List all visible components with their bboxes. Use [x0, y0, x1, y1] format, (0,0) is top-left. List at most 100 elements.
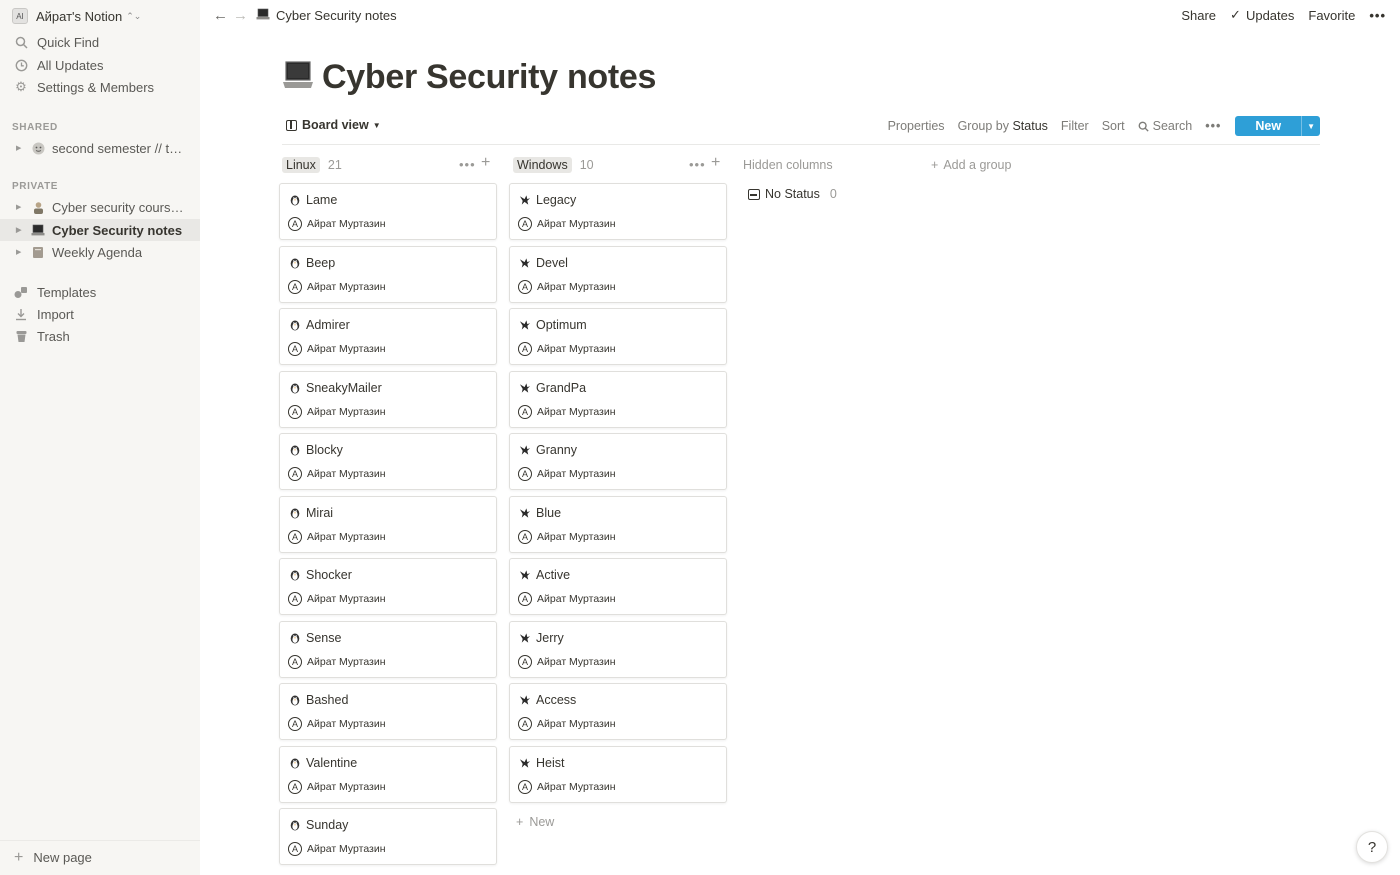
column-more-icon[interactable]: •••: [459, 157, 476, 172]
favorite-button[interactable]: Favorite: [1308, 8, 1355, 23]
card-title: Blue: [536, 505, 562, 520]
bird-icon: [519, 257, 531, 269]
forward-arrow-icon[interactable]: →: [233, 7, 248, 24]
person-avatar: A: [288, 529, 302, 544]
person-avatar: A: [288, 279, 302, 294]
sidebar-page-cyber-security-notes[interactable]: ▶ Cyber Security notes: [0, 219, 200, 241]
filter-button[interactable]: Filter: [1061, 119, 1089, 133]
board-card[interactable]: Access A Айрат Муртазин: [509, 683, 727, 740]
column-header-linux[interactable]: Linux 21: [282, 156, 342, 174]
page-title[interactable]: Cyber Security notes: [322, 58, 656, 97]
board-card[interactable]: Heist A Айрат Муртазин: [509, 745, 727, 803]
card-person: A Айрат Муртазин: [518, 467, 616, 481]
card-person: A Айрат Муртазин: [518, 342, 616, 356]
sidebar-item-all-updates[interactable]: All Updates: [0, 54, 200, 76]
sidebar-page-label: Cyber Security notes: [52, 222, 183, 238]
card-title: Optimum: [536, 318, 587, 332]
sort-button[interactable]: Sort: [1102, 119, 1125, 133]
new-page-button[interactable]: + New page: [0, 840, 200, 874]
linux-penguin-icon: [289, 257, 301, 269]
board-card[interactable]: Active A Айрат Муртазин: [509, 558, 727, 615]
sidebar-item-label: Quick Find: [37, 34, 100, 50]
breadcrumb[interactable]: Cyber Security notes: [256, 8, 397, 23]
column-add-icon[interactable]: +: [711, 154, 721, 172]
board-card[interactable]: Beep A Айрат Муртазин: [279, 245, 497, 303]
person-avatar: A: [288, 779, 302, 794]
card-title-row: Legacy: [519, 193, 576, 207]
no-status-count: 0: [829, 187, 837, 201]
sidebar-item-trash[interactable]: Trash: [0, 325, 200, 347]
board-card[interactable]: Blue A Айрат Муртазин: [509, 495, 727, 553]
board-card[interactable]: Granny A Айрат Муртазин: [509, 433, 727, 490]
board-card[interactable]: Blocky A Айрат Муртазин: [279, 433, 497, 490]
person-name: Айрат Муртазин: [537, 655, 616, 668]
new-item-button[interactable]: New ▼: [1235, 116, 1320, 136]
person-name: Айрат Муртазин: [537, 280, 616, 293]
person-avatar: A: [518, 404, 532, 419]
card-title: Sense: [306, 630, 342, 645]
sidebar-item-templates[interactable]: Templates: [0, 281, 200, 303]
person-avatar: A: [518, 779, 532, 794]
board-card[interactable]: GrandPa A Айрат Муртазин: [509, 370, 727, 428]
hidden-group-no-status[interactable]: No Status 0: [748, 187, 837, 201]
view-tools: Properties Group by Status Filter Sort S…: [875, 116, 1320, 136]
trash-icon: [13, 330, 29, 343]
inbox-icon: [748, 188, 760, 200]
column-header-windows[interactable]: Windows 10: [513, 156, 594, 174]
board-card[interactable]: Mirai A Айрат Муртазин: [279, 495, 497, 553]
board-card[interactable]: Shocker A Айрат Муртазин: [279, 558, 497, 615]
board-card[interactable]: Jerry A Айрат Муртазин: [509, 620, 727, 678]
laptop-emoji-icon[interactable]: [282, 60, 314, 95]
card-title-row: Sense: [289, 631, 341, 645]
person-avatar: A: [518, 717, 532, 731]
more-options-icon[interactable]: •••: [1369, 8, 1386, 23]
board-card[interactable]: Lame A Айрат Муртазин: [279, 183, 497, 240]
expand-triangle-icon[interactable]: ▶: [16, 226, 26, 234]
sidebar-item-settings[interactable]: ⚙ Settings & Members: [0, 76, 200, 98]
sidebar-page-weekly-agenda[interactable]: ▶ Weekly Agenda: [0, 241, 200, 263]
search-button[interactable]: Search: [1138, 119, 1192, 133]
bird-icon: [519, 507, 531, 519]
plus-icon: +: [14, 848, 24, 866]
linux-penguin-icon: [289, 757, 301, 769]
board-card[interactable]: Valentine A Айрат Муртазин: [279, 745, 497, 803]
help-button[interactable]: ?: [1356, 831, 1388, 863]
clock-icon: [13, 59, 29, 72]
board-card[interactable]: Sense A Айрат Муртазин: [279, 620, 497, 678]
back-arrow-icon[interactable]: ←: [213, 7, 228, 24]
sidebar-item-quick-find[interactable]: Quick Find: [0, 31, 200, 53]
chevron-down-icon: ▼: [372, 120, 381, 130]
share-button[interactable]: Share: [1181, 8, 1216, 23]
column-more-icon[interactable]: •••: [689, 157, 706, 172]
expand-triangle-icon[interactable]: ▶: [16, 203, 26, 211]
sidebar-item-import[interactable]: Import: [0, 303, 200, 325]
workspace-switcher[interactable]: AI Айрат's Notion ⌃⌄: [12, 6, 141, 26]
chevron-down-icon[interactable]: ▼: [1301, 116, 1320, 136]
sidebar-page-second-semester[interactable]: ▶ second semester // ter...: [0, 137, 200, 159]
add-group-button[interactable]: + Add a group: [931, 158, 1011, 172]
card-person: A Айрат Муртазин: [288, 342, 386, 356]
new-page-label: New page: [33, 850, 92, 865]
board-card[interactable]: Bashed A Айрат Муртазин: [279, 683, 497, 740]
column-new-button[interactable]: + New: [516, 815, 554, 829]
view-more-icon[interactable]: •••: [1205, 119, 1221, 133]
view-switcher[interactable]: Board view ▼: [286, 118, 381, 132]
board-card[interactable]: SneakyMailer A Айрат Муртазин: [279, 370, 497, 428]
group-by-button[interactable]: Group by Status: [958, 119, 1048, 133]
board-card[interactable]: Optimum A Айрат Муртазин: [509, 308, 727, 365]
linux-penguin-icon: [289, 507, 301, 519]
expand-triangle-icon[interactable]: ▶: [16, 144, 26, 152]
properties-button[interactable]: Properties: [888, 119, 945, 133]
expand-triangle-icon[interactable]: ▶: [16, 248, 26, 256]
board-card[interactable]: Legacy A Айрат Муртазин: [509, 183, 727, 240]
check-icon: ✓: [1230, 7, 1241, 22]
board-card[interactable]: Admirer A Айрат Муртазин: [279, 308, 497, 365]
sidebar-item-label: Settings & Members: [37, 79, 155, 95]
column-add-icon[interactable]: +: [481, 154, 491, 172]
updates-button[interactable]: ✓ Updates: [1230, 7, 1294, 23]
card-title-row: Bashed: [289, 693, 348, 707]
board-card[interactable]: Sunday A Айрат Муртазин: [279, 808, 497, 865]
board-card[interactable]: Devel A Айрат Муртазин: [509, 245, 727, 303]
card-person: A Айрат Муртазин: [288, 779, 386, 794]
sidebar-page-cyber-security-course[interactable]: ▶ Cyber security course...: [0, 196, 200, 218]
